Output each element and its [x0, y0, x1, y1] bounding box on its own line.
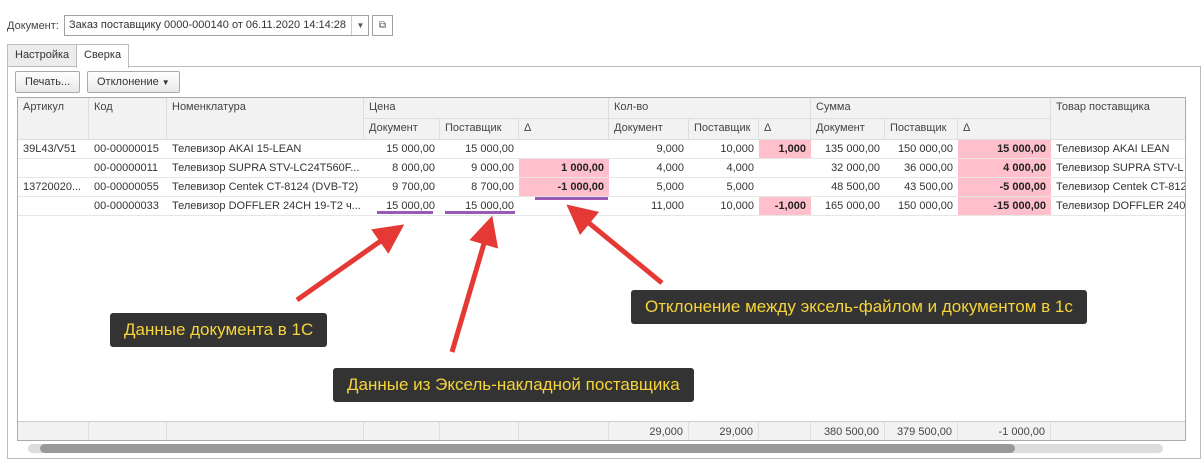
arrow-1 [295, 224, 405, 303]
callout-deviation: Отклонение между эксель-файлом и докумен… [631, 290, 1087, 324]
callout-document-data: Данные документа в 1С [110, 313, 328, 347]
arrow-3 [566, 204, 664, 285]
callout-excel-data: Данные из Эксель-накладной поставщика [333, 368, 694, 402]
tab-reconciliation[interactable]: Сверка [76, 44, 130, 68]
arrow-2 [449, 215, 499, 353]
